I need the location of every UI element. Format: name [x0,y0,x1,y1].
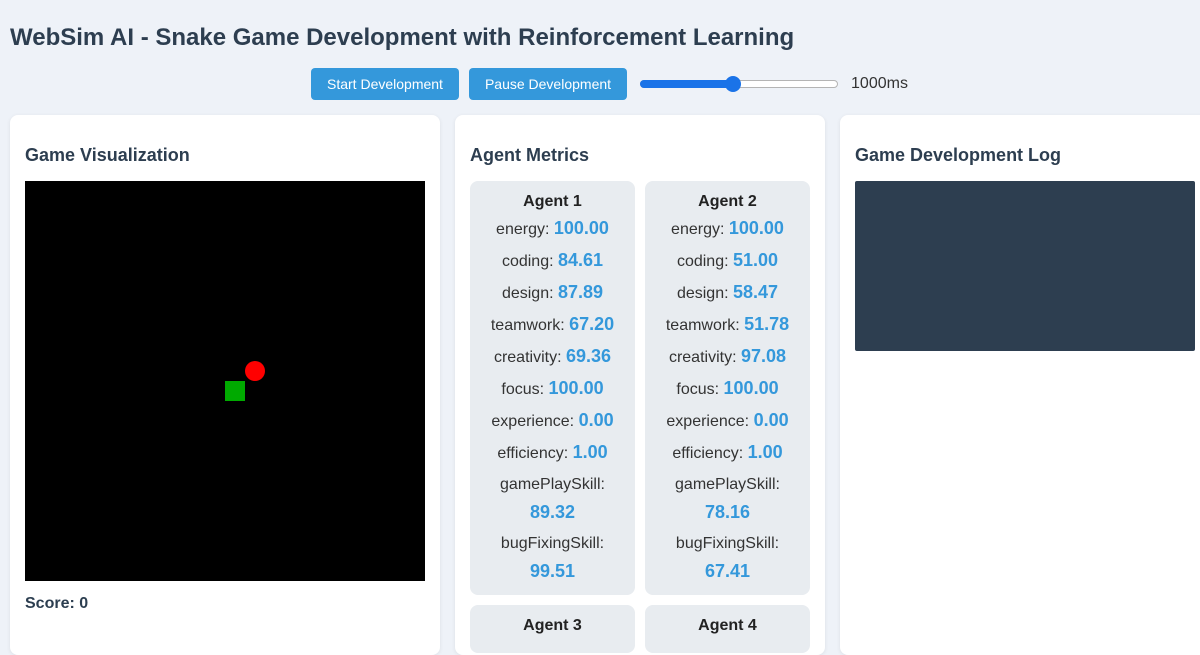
agent-name: Agent 4 [698,617,757,634]
metric-value: 1.00 [747,442,783,462]
agent-name: Agent 2 [698,193,757,210]
metric-value: 100.00 [553,218,609,238]
agent-name: Agent 1 [523,193,582,210]
page-title: WebSim AI - Snake Game Development with … [10,24,795,51]
speed-value: 1000ms [851,75,908,92]
log-output [855,181,1195,351]
metric-value: 58.47 [733,282,779,302]
metric-value: 67.41 [704,561,751,581]
metric-label: energy: [496,221,550,238]
agent-metric: gamePlaySkill: 89.32 [474,473,631,524]
agent-metric: coding: 84.61 [474,249,631,273]
agent-card: Agent 3 [470,605,635,653]
agent-metric: gamePlaySkill: 78.16 [649,473,806,524]
metric-value: 84.61 [558,250,604,270]
agent-metric: design: 58.47 [649,281,806,305]
metric-label: efficiency: [497,445,569,462]
metric-value: 100.00 [723,378,779,398]
agent-metric: creativity: 69.36 [474,345,631,369]
agent-metric: efficiency: 1.00 [649,441,806,465]
agent-card: Agent 1 energy: 100.00 coding: 84.61 design… [470,181,635,595]
game-development-log-title: Game Development Log [855,145,1062,165]
metric-value: 0.00 [578,410,614,430]
metric-label: design: [501,285,554,302]
pause-development-button[interactable]: Pause Development [468,68,628,100]
metric-value: 100.00 [548,378,604,398]
metric-value: 0.00 [753,410,789,430]
metric-value: 99.51 [529,561,576,581]
metric-value: 87.89 [558,282,604,302]
metric-label: experience: [491,413,575,430]
agent-metric: bugFixingSkill: 67.41 [649,532,806,583]
speed-slider-fill [640,80,734,88]
agent-metrics-title: Agent Metrics [470,145,590,165]
agent-metric: creativity: 97.08 [649,345,806,369]
metric-label: teamwork: [490,317,565,334]
agent-metric: focus: 100.00 [649,377,806,401]
agent-metric: coding: 51.00 [649,249,806,273]
metric-label: efficiency: [672,445,744,462]
agent-metric: energy: 100.00 [649,217,806,241]
speed-slider[interactable] [640,76,839,92]
controls-bar: Start Development Pause Development 1000… [311,68,908,100]
agent-name: Agent 3 [523,617,582,634]
game-canvas [25,181,425,581]
metric-value: 51.78 [744,314,790,334]
metric-label: coding: [676,253,729,270]
metric-label: gamePlaySkill: [500,476,605,493]
game-development-log-panel: Game Development Log [840,115,1200,655]
metric-value: 67.20 [569,314,615,334]
snake-segment [225,381,245,401]
agent-metric: focus: 100.00 [474,377,631,401]
metric-label: focus: [676,381,720,398]
agent-card: Agent 4 [645,605,810,653]
metric-label: energy: [671,221,725,238]
metric-label: creativity: [493,349,562,366]
speed-slider-thumb[interactable] [725,76,742,92]
metric-label: teamwork: [665,317,740,334]
metric-value: 1.00 [572,442,608,462]
agent-card: Agent 2 energy: 100.00 coding: 51.00 design… [645,181,810,595]
metric-label: gamePlaySkill: [675,476,780,493]
metric-label: creativity: [668,349,737,366]
agent-metrics-panel: Agent Metrics Agent 1 energy: 100.00 codin… [455,115,825,655]
agent-metric: bugFixingSkill: 99.51 [474,532,631,583]
metric-value: 89.32 [529,502,576,522]
agent-metric: energy: 100.00 [474,217,631,241]
metric-label: experience: [666,413,750,430]
metric-value: 100.00 [728,218,784,238]
score-text: Score: 0 [25,595,89,612]
food-item [245,361,265,381]
agent-metric: experience: 0.00 [649,409,806,433]
metric-label: bugFixingSkill: [500,535,605,552]
agent-metric: teamwork: 67.20 [474,313,631,337]
agent-metric: design: 87.89 [474,281,631,305]
metric-label: coding: [501,253,554,270]
agent-metric: efficiency: 1.00 [474,441,631,465]
metric-value: 51.00 [733,250,779,270]
agent-grid: Agent 1 energy: 100.00 coding: 84.61 design… [470,181,810,653]
start-development-button[interactable]: Start Development [311,68,459,100]
metric-label: bugFixingSkill: [675,535,780,552]
agent-metric: teamwork: 51.78 [649,313,806,337]
metric-label: focus: [501,381,545,398]
metric-value: 97.08 [740,346,787,366]
game-visualization-title: Game Visualization [25,145,190,165]
game-visualization-panel: Game Visualization Score: 0 [10,115,440,655]
metric-label: design: [676,285,729,302]
metric-value: 69.36 [565,346,612,366]
metric-value: 78.16 [704,502,751,522]
agent-metric: experience: 0.00 [474,409,631,433]
